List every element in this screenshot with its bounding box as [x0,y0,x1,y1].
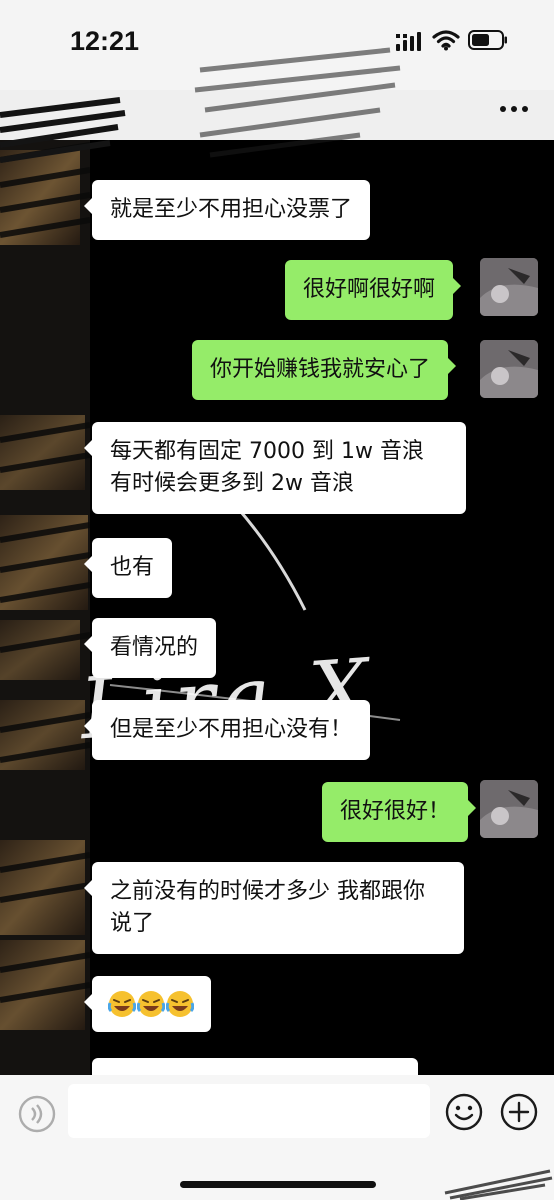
message-incoming[interactable]: 就是至少不用担心没票了 [83,180,371,240]
redacted-top-scribble [0,97,126,163]
message-incoming[interactable]: 之前没有的时候才多少 我都跟你说了 [84,862,464,954]
message-input[interactable] [68,1084,430,1138]
battery-icon [468,30,507,50]
chat-message-list[interactable]: Lira.X 就是至少不用担心没票了 很好啊很好啊 你开始赚钱我就安心了 每天都… [0,140,554,1075]
rolling-laughing-face-icon [166,991,194,1017]
more-dots-icon[interactable] [498,102,530,116]
message-incoming-partial[interactable] [92,1058,418,1075]
rolling-laughing-face-icon [137,991,165,1017]
avatar-photo [480,258,538,316]
message-outgoing[interactable]: 很好啊很好啊 [285,260,462,320]
avatar-photo [480,340,538,398]
rolling-laughing-face-icon [108,991,136,1017]
my-avatar[interactable] [480,780,538,838]
home-indicator[interactable] [180,1181,376,1188]
avatar-photo [480,780,538,838]
emoji-icon[interactable] [445,1093,483,1131]
my-avatar[interactable] [480,340,538,398]
voice-icon[interactable] [18,1095,56,1133]
message-outgoing[interactable]: 你开始赚钱我就安心了 [192,340,457,400]
redacted-contact-avatars [0,140,90,1075]
plus-icon[interactable] [500,1093,538,1131]
my-avatar[interactable] [480,258,538,316]
message-incoming[interactable]: 每天都有固定 7000 到 1w 音浪 有时候会更多到 2w 音浪 [84,422,466,514]
message-incoming[interactable]: 看情况的 [83,618,217,678]
message-outgoing[interactable]: 很好很好！ [322,782,477,842]
message-incoming[interactable]: 也有 [83,538,173,598]
chat-input-bar [0,1075,554,1200]
wifi-icon [432,30,460,51]
redacted-title-scribble [194,47,401,158]
message-incoming-emoji[interactable] [84,976,211,1032]
message-incoming[interactable]: 但是至少不用担心没有！ [83,700,371,760]
redacted-bottom-scribble [444,1169,553,1200]
status-time: 12:21 [70,26,140,56]
